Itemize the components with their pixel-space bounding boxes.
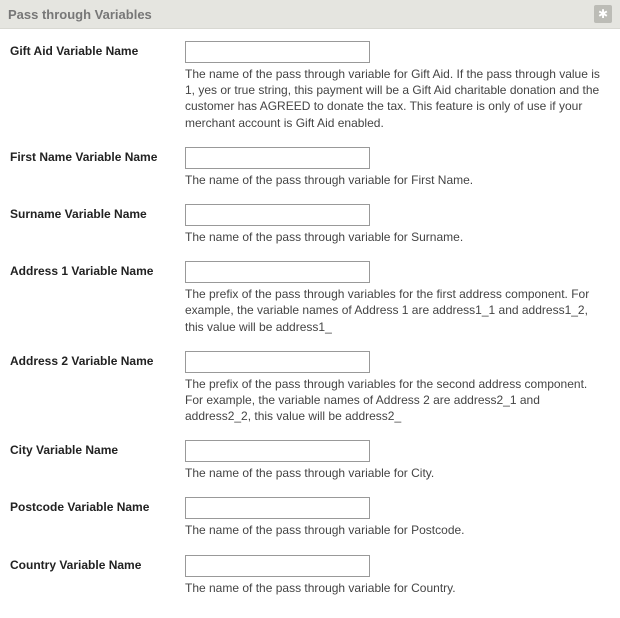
address1-input[interactable] — [185, 261, 370, 283]
panel-header: Pass through Variables ✱ — [0, 0, 620, 29]
address2-help: The prefix of the pass through variables… — [185, 373, 610, 431]
city-label: City Variable Name — [10, 440, 185, 457]
postcode-help: The name of the pass through variable fo… — [185, 519, 610, 544]
gift-aid-control — [185, 41, 610, 63]
first-name-help: The name of the pass through variable fo… — [185, 169, 610, 194]
surname-input[interactable] — [185, 204, 370, 226]
gift-aid-input[interactable] — [185, 41, 370, 63]
address2-label: Address 2 Variable Name — [10, 351, 185, 368]
first-name-control — [185, 147, 610, 169]
city-input[interactable] — [185, 440, 370, 462]
address1-label: Address 1 Variable Name — [10, 261, 185, 278]
panel-body: Gift Aid Variable Name The name of the p… — [0, 29, 620, 618]
address1-control — [185, 261, 610, 283]
country-input[interactable] — [185, 555, 370, 577]
gift-aid-help: The name of the pass through variable fo… — [185, 63, 610, 137]
postcode-label: Postcode Variable Name — [10, 497, 185, 514]
city-help: The name of the pass through variable fo… — [185, 462, 610, 487]
field-row-city: City Variable Name — [10, 430, 610, 462]
field-row-postcode: Postcode Variable Name — [10, 487, 610, 519]
field-row-address2: Address 2 Variable Name — [10, 341, 610, 373]
field-row-first-name: First Name Variable Name — [10, 137, 610, 169]
postcode-control — [185, 497, 610, 519]
pass-through-variables-panel: Pass through Variables ✱ Gift Aid Variab… — [0, 0, 620, 618]
postcode-input[interactable] — [185, 497, 370, 519]
country-label: Country Variable Name — [10, 555, 185, 572]
field-row-country: Country Variable Name — [10, 545, 610, 577]
star-icon[interactable]: ✱ — [594, 5, 612, 23]
country-control — [185, 555, 610, 577]
surname-help: The name of the pass through variable fo… — [185, 226, 610, 251]
field-row-surname: Surname Variable Name — [10, 194, 610, 226]
gift-aid-label: Gift Aid Variable Name — [10, 41, 185, 58]
address2-control — [185, 351, 610, 373]
address1-help: The prefix of the pass through variables… — [185, 283, 610, 341]
first-name-input[interactable] — [185, 147, 370, 169]
panel-title: Pass through Variables — [8, 7, 152, 22]
field-row-address1: Address 1 Variable Name — [10, 251, 610, 283]
surname-control — [185, 204, 610, 226]
city-control — [185, 440, 610, 462]
country-help: The name of the pass through variable fo… — [185, 577, 610, 602]
address2-input[interactable] — [185, 351, 370, 373]
first-name-label: First Name Variable Name — [10, 147, 185, 164]
field-row-gift-aid: Gift Aid Variable Name — [10, 37, 610, 63]
surname-label: Surname Variable Name — [10, 204, 185, 221]
